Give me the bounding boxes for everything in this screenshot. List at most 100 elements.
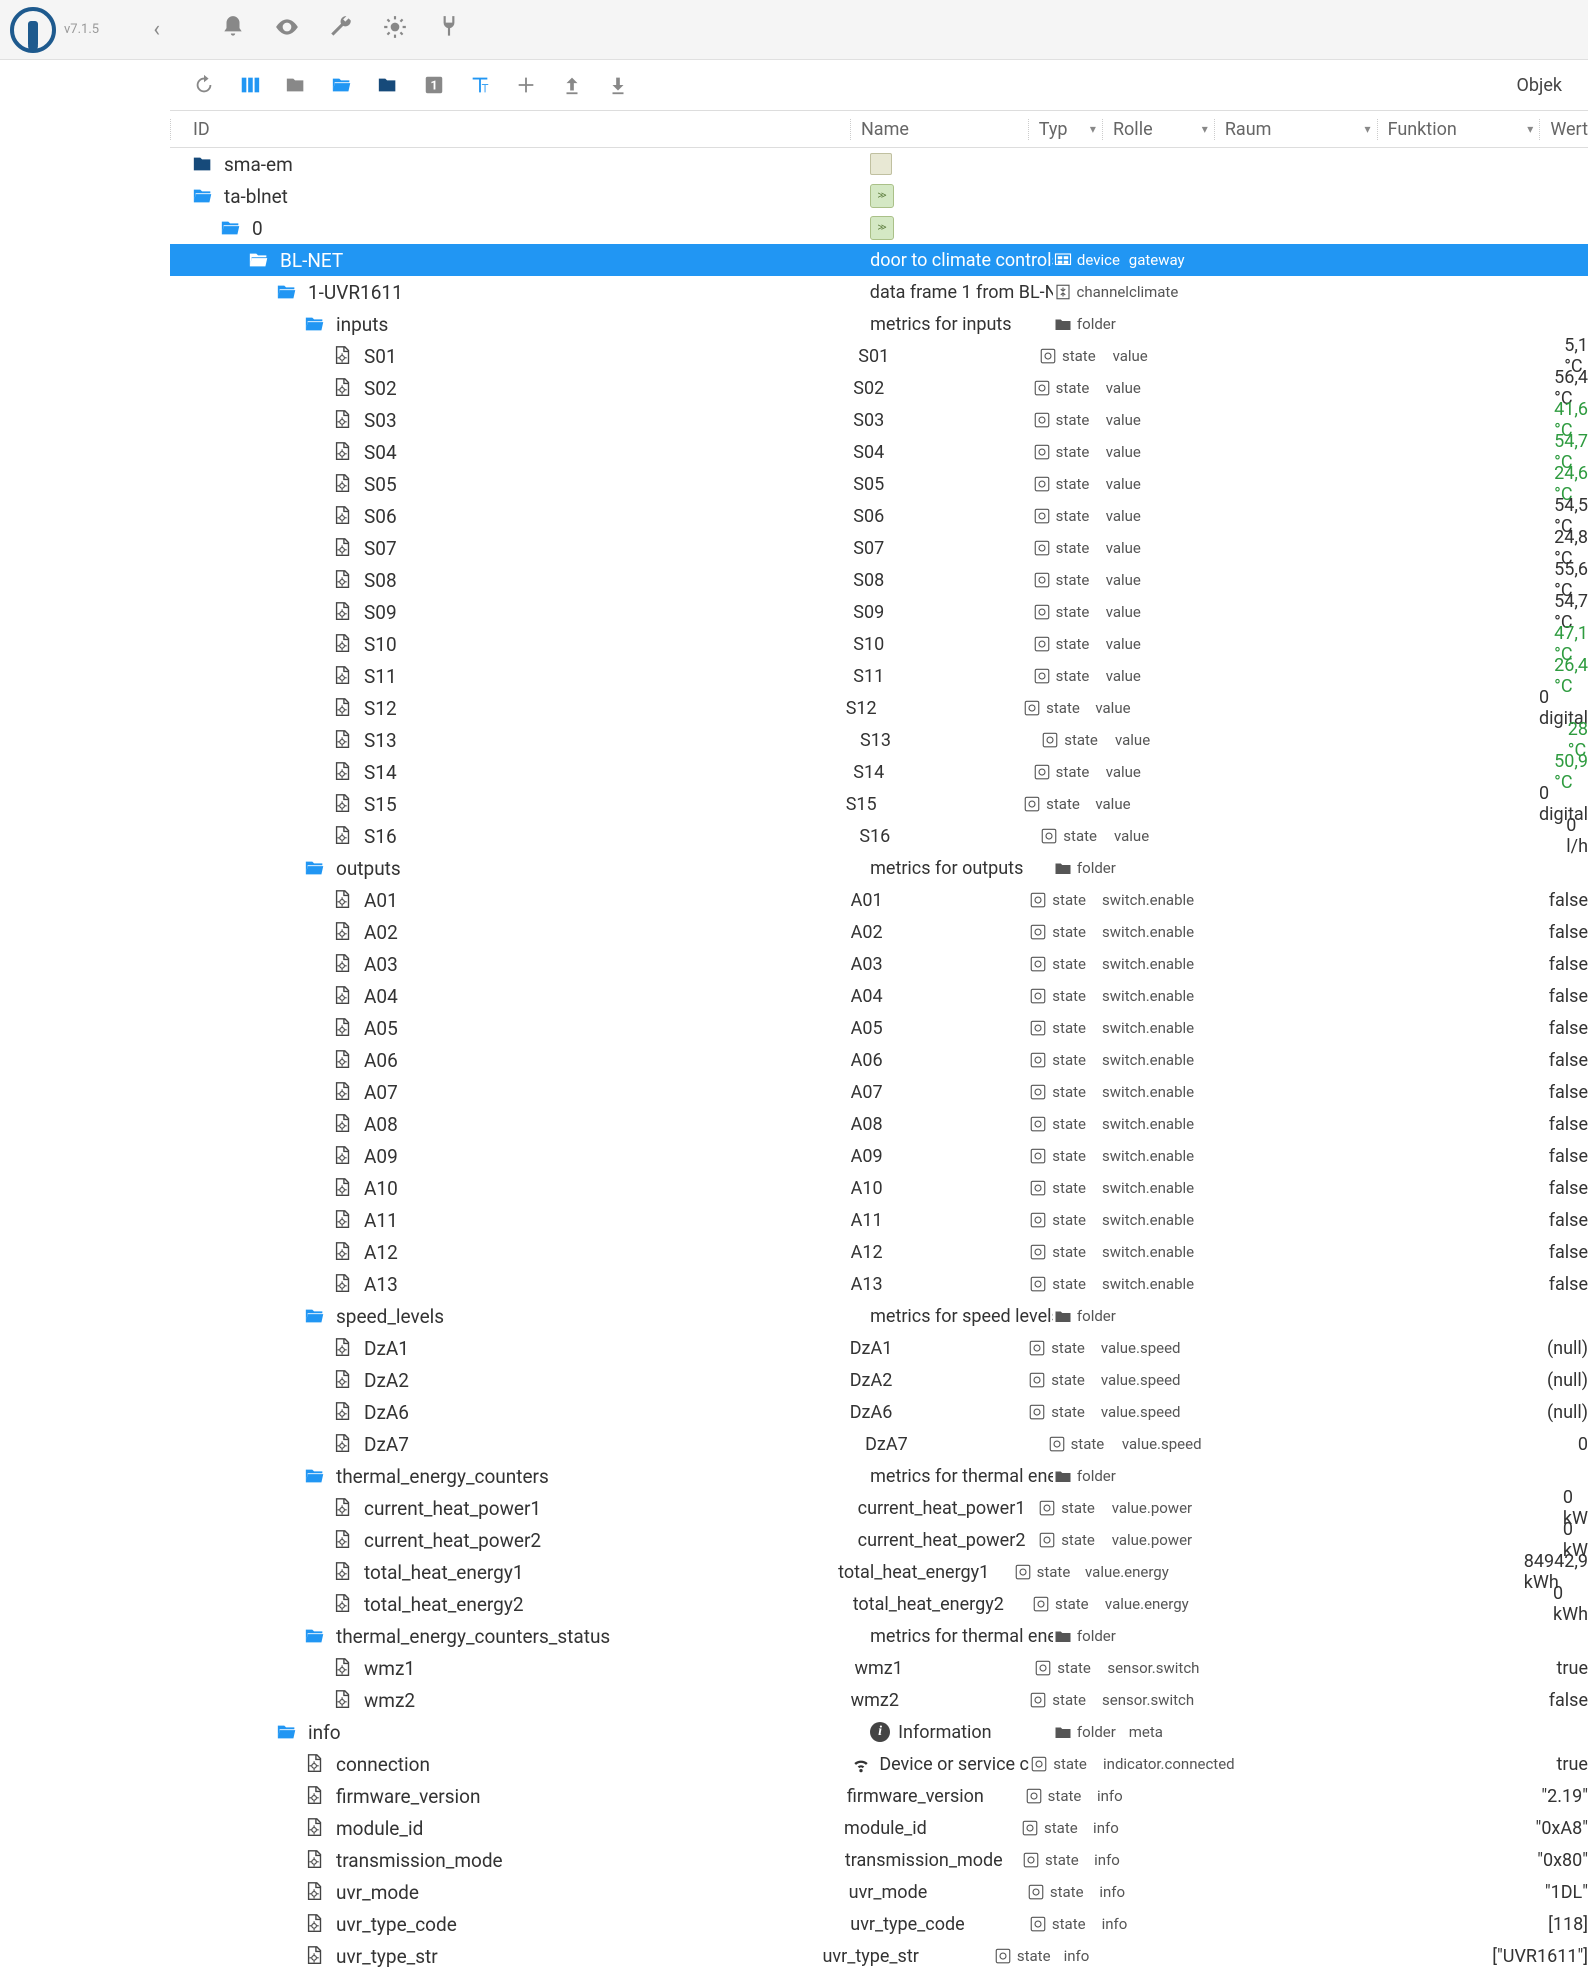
tree-row[interactable]: S15S15statevalue0 digital: [170, 788, 1588, 820]
node-wert[interactable]: (null): [1537, 1370, 1588, 1391]
tree-row[interactable]: uvr_modeuvr_modestateinfo"1DL": [170, 1876, 1588, 1908]
tree-row[interactable]: DzA1DzA1statevalue.speed(null): [170, 1332, 1588, 1364]
node-wert[interactable]: false: [1539, 1242, 1588, 1263]
one-icon[interactable]: [422, 73, 446, 97]
tree-row[interactable]: A11A11stateswitch.enablefalse: [170, 1204, 1588, 1236]
tree-row[interactable]: S10S10statevalue47,1 °C: [170, 628, 1588, 660]
tree-row[interactable]: S06S06statevalue54,5 °C: [170, 500, 1588, 532]
tree-row[interactable]: transmission_modetransmission_modestatei…: [170, 1844, 1588, 1876]
node-wert[interactable]: false: [1539, 954, 1588, 975]
tree-row[interactable]: S14S14statevalue50,9 °C: [170, 756, 1588, 788]
tree-row[interactable]: 1-UVR1611data frame 1 from BL-NETchannel…: [170, 276, 1588, 308]
tree-row[interactable]: A05A05stateswitch.enablefalse: [170, 1012, 1588, 1044]
tree-row[interactable]: A04A04stateswitch.enablefalse: [170, 980, 1588, 1012]
download-icon[interactable]: [606, 73, 630, 97]
tree-row[interactable]: module_idmodule_idstateinfo"0xA8": [170, 1812, 1588, 1844]
tree-row[interactable]: connectionDevice or service connectedsta…: [170, 1748, 1588, 1780]
node-wert[interactable]: false: [1539, 922, 1588, 943]
folder-open-icon[interactable]: [330, 73, 354, 97]
refresh-icon[interactable]: [192, 73, 216, 97]
node-wert[interactable]: 0 l/h: [1556, 815, 1588, 857]
app-logo-icon[interactable]: [10, 7, 56, 53]
node-wert[interactable]: false: [1539, 1210, 1588, 1231]
node-wert[interactable]: [118]: [1538, 1914, 1588, 1935]
tree-row[interactable]: total_heat_energy2total_heat_energy2stat…: [170, 1588, 1588, 1620]
node-wert[interactable]: 0: [1568, 1434, 1588, 1455]
tree-row[interactable]: infoiInformationfoldermeta: [170, 1716, 1588, 1748]
node-wert[interactable]: true: [1547, 1658, 1588, 1679]
tree-row[interactable]: current_heat_power1current_heat_power1st…: [170, 1492, 1588, 1524]
tree-row[interactable]: A02A02stateswitch.enablefalse: [170, 916, 1588, 948]
tree-row[interactable]: ta-blnet≫: [170, 180, 1588, 212]
folder-closed-icon[interactable]: [284, 73, 308, 97]
header-typ[interactable]: Typ▾: [1028, 119, 1102, 140]
node-wert[interactable]: (null): [1537, 1402, 1588, 1423]
tree-row[interactable]: A10A10stateswitch.enablefalse: [170, 1172, 1588, 1204]
tree-row[interactable]: S08S08statevalue55,6 °C: [170, 564, 1588, 596]
tree-row[interactable]: A13A13stateswitch.enablefalse: [170, 1268, 1588, 1300]
tree-row[interactable]: S12S12statevalue0 digital: [170, 692, 1588, 724]
bell-icon[interactable]: [220, 14, 246, 45]
header-rolle[interactable]: Rolle▾: [1102, 119, 1214, 140]
eye-icon[interactable]: [274, 14, 300, 45]
tree-row[interactable]: wmz2wmz2statesensor.switchfalse: [170, 1684, 1588, 1716]
tree-row[interactable]: thermal_energy_counters_statusmetrics fo…: [170, 1620, 1588, 1652]
header-funktion[interactable]: Funktion▾: [1377, 119, 1540, 140]
tree-row[interactable]: S03S03statevalue41,6 °C: [170, 404, 1588, 436]
node-wert[interactable]: false: [1539, 1018, 1588, 1039]
tree-row[interactable]: DzA2DzA2statevalue.speed(null): [170, 1364, 1588, 1396]
tree-row[interactable]: uvr_type_struvr_type_strstateinfo["UVR16…: [170, 1940, 1588, 1972]
tree-row[interactable]: DzA6DzA6statevalue.speed(null): [170, 1396, 1588, 1428]
tree-row[interactable]: S02S02statevalue56,4 °C: [170, 372, 1588, 404]
tree-row[interactable]: S07S07statevalue24,8 °C: [170, 532, 1588, 564]
tree-row[interactable]: S13S13statevalue28 °C: [170, 724, 1588, 756]
columns-icon[interactable]: [238, 73, 262, 97]
node-wert[interactable]: false: [1539, 1146, 1588, 1167]
node-wert[interactable]: (null): [1537, 1338, 1588, 1359]
node-wert[interactable]: false: [1539, 1274, 1588, 1295]
node-wert[interactable]: false: [1539, 890, 1588, 911]
tree-row[interactable]: A07A07stateswitch.enablefalse: [170, 1076, 1588, 1108]
node-wert[interactable]: false: [1539, 1690, 1588, 1711]
tree-row[interactable]: A06A06stateswitch.enablefalse: [170, 1044, 1588, 1076]
brightness-icon[interactable]: [382, 14, 408, 45]
header-id[interactable]: ID: [170, 119, 850, 140]
tree-row[interactable]: S01S01statevalue5,1 °C: [170, 340, 1588, 372]
tree-row[interactable]: S16S16statevalue0 l/h: [170, 820, 1588, 852]
plus-icon[interactable]: [514, 73, 538, 97]
node-wert[interactable]: false: [1539, 1178, 1588, 1199]
tree-row[interactable]: sma-em: [170, 148, 1588, 180]
tree-row[interactable]: A03A03stateswitch.enablefalse: [170, 948, 1588, 980]
header-raum[interactable]: Raum▾: [1214, 119, 1377, 140]
node-wert[interactable]: "0x80": [1527, 1850, 1588, 1871]
tree-row[interactable]: 0≫: [170, 212, 1588, 244]
node-wert[interactable]: 0 kWh: [1543, 1583, 1588, 1625]
upload-icon[interactable]: [560, 73, 584, 97]
tree-row[interactable]: BL-NETdoor to climate controlsdevicegate…: [170, 244, 1588, 276]
tree-row[interactable]: S09S09statevalue54,7 °C: [170, 596, 1588, 628]
tree-row[interactable]: uvr_type_codeuvr_type_codestateinfo[118]: [170, 1908, 1588, 1940]
tree-row[interactable]: firmware_versionfirmware_versionstateinf…: [170, 1780, 1588, 1812]
tree-row[interactable]: wmz1wmz1statesensor.switchtrue: [170, 1652, 1588, 1684]
folder-active-icon[interactable]: [376, 73, 400, 97]
node-wert[interactable]: "1DL": [1535, 1882, 1588, 1903]
node-wert[interactable]: "0xA8": [1526, 1818, 1588, 1839]
text-icon[interactable]: [468, 73, 492, 97]
tree-row[interactable]: A09A09stateswitch.enablefalse: [170, 1140, 1588, 1172]
tree-row[interactable]: total_heat_energy1total_heat_energy1stat…: [170, 1556, 1588, 1588]
node-wert[interactable]: false: [1539, 1114, 1588, 1135]
tree-row[interactable]: current_heat_power2current_heat_power2st…: [170, 1524, 1588, 1556]
node-wert[interactable]: false: [1539, 1082, 1588, 1103]
tree-row[interactable]: A08A08stateswitch.enablefalse: [170, 1108, 1588, 1140]
tree-row[interactable]: S04S04statevalue54,7 °C: [170, 436, 1588, 468]
node-wert[interactable]: "2.19": [1531, 1786, 1588, 1807]
tree-row[interactable]: A01A01stateswitch.enablefalse: [170, 884, 1588, 916]
tree-row[interactable]: inputsmetrics for inputsfolder: [170, 308, 1588, 340]
tree-row[interactable]: thermal_energy_countersmetrics for therm…: [170, 1460, 1588, 1492]
plug-icon[interactable]: [436, 14, 462, 45]
header-name[interactable]: Name: [850, 119, 1028, 140]
node-wert[interactable]: false: [1539, 1050, 1588, 1071]
node-wert[interactable]: false: [1539, 986, 1588, 1007]
node-wert[interactable]: ["UVR1611"]: [1482, 1946, 1588, 1967]
tree-row[interactable]: DzA7DzA7statevalue.speed0: [170, 1428, 1588, 1460]
